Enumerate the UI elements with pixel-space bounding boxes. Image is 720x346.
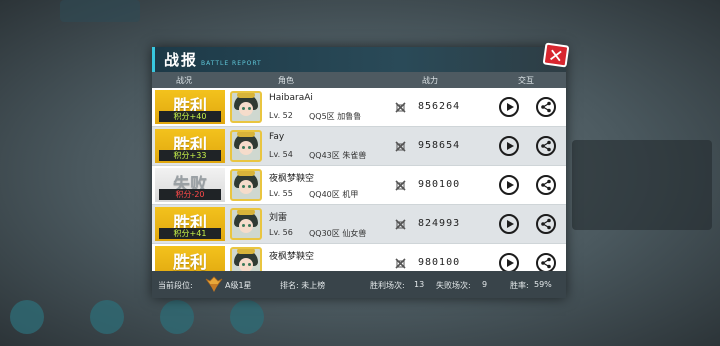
result-badge: 胜利 — [155, 246, 225, 271]
replay-button[interactable] — [499, 253, 519, 271]
player-server: QQ40区 机甲 — [309, 190, 359, 199]
player-level: Lv. 56 — [269, 228, 293, 237]
background-button — [160, 300, 194, 334]
share-icon — [541, 101, 551, 113]
avatar[interactable] — [230, 130, 262, 162]
power-icon — [395, 258, 406, 269]
player-name: Fay — [269, 132, 285, 142]
column-power: 战力 — [422, 76, 438, 85]
background-button — [230, 300, 264, 334]
column-interact: 交互 — [518, 76, 534, 85]
losses-label: 失败场次: — [436, 281, 471, 290]
player-name: 刘雷 — [269, 213, 288, 223]
battle-row: 胜利 积分+40 HaibaraAi Lv. 52 QQ5区 加鲁鲁 85626… — [152, 88, 566, 127]
share-button[interactable] — [536, 214, 556, 234]
losses-count: 9 — [482, 280, 488, 289]
share-icon — [541, 218, 551, 230]
power-icon — [395, 102, 406, 113]
power-value: 824993 — [418, 218, 461, 229]
winrate-value: 59% — [534, 280, 552, 289]
battle-report-panel: 战报 BATTLE REPORT ✕ 战况 角色 战力 交互 胜利 积分+40 … — [152, 42, 570, 298]
battle-row: 失败 积分-20 夜枫梦鞅空 Lv. 55 QQ40区 机甲 980100 — [152, 166, 566, 205]
battle-row: 胜利 积分+33 Fay Lv. 54 QQ43区 朱雀兽 958654 — [152, 127, 566, 166]
share-button[interactable] — [536, 136, 556, 156]
points-change: 积分+41 — [159, 228, 221, 239]
player-server: QQ30区 仙女兽 — [309, 229, 367, 238]
result-badge: 胜利 积分+33 — [155, 129, 225, 163]
avatar[interactable] — [230, 208, 262, 240]
share-button[interactable] — [536, 253, 556, 271]
power-icon — [395, 141, 406, 152]
power-value: 856264 — [418, 101, 461, 112]
points-change: 积分+33 — [159, 150, 221, 161]
background-button — [10, 300, 44, 334]
battle-row: 胜利 夜枫梦鞅空 980100 — [152, 244, 566, 271]
battle-row: 胜利 积分+41 刘雷 Lv. 56 QQ30区 仙女兽 824993 — [152, 205, 566, 244]
wins-label: 胜利场次: — [370, 281, 405, 290]
player-level: Lv. 54 — [269, 150, 293, 159]
player-name: 夜枫梦鞅空 — [269, 174, 315, 184]
close-button[interactable]: ✕ — [542, 42, 570, 68]
player-server: QQ43区 朱雀兽 — [309, 151, 367, 160]
replay-button[interactable] — [499, 175, 519, 195]
rank-value: A级1星 — [225, 281, 252, 290]
column-role: 角色 — [278, 76, 294, 85]
player-name: 夜枫梦鞅空 — [269, 252, 315, 262]
close-icon: ✕ — [546, 45, 565, 68]
stats-footer: 当前段位: A级1星 排名: 未上榜 胜利场次: 13 失败场次: 9 胜率: … — [152, 271, 566, 298]
power-value: 980100 — [418, 257, 461, 268]
replay-button[interactable] — [499, 97, 519, 117]
rank-badge-icon — [205, 276, 223, 292]
panel-header: 战报 BATTLE REPORT — [152, 47, 566, 72]
power-icon — [395, 219, 406, 230]
ranking: 排名: 未上榜 — [280, 281, 326, 290]
points-change: 积分-20 — [159, 189, 221, 200]
share-icon — [541, 140, 551, 152]
rank-label: 当前段位: — [158, 281, 193, 290]
share-button[interactable] — [536, 97, 556, 117]
column-header: 战况 角色 战力 交互 — [152, 72, 566, 88]
power-icon — [395, 180, 406, 191]
background-panel-right — [572, 140, 712, 230]
avatar[interactable] — [230, 247, 262, 271]
winrate-label: 胜率: — [510, 281, 529, 290]
panel-title: 战报 — [164, 51, 199, 69]
points-change: 积分+40 — [159, 111, 221, 122]
avatar[interactable] — [230, 169, 262, 201]
background-button — [90, 300, 124, 334]
player-level: Lv. 55 — [269, 189, 293, 198]
player-level: Lv. 52 — [269, 111, 293, 120]
result-text: 胜利 — [173, 253, 207, 271]
replay-button[interactable] — [499, 136, 519, 156]
share-button[interactable] — [536, 175, 556, 195]
share-icon — [541, 179, 551, 191]
share-icon — [541, 257, 551, 269]
background-top-bar — [60, 0, 140, 22]
panel-subtitle: BATTLE REPORT — [201, 60, 262, 67]
player-server: QQ5区 加鲁鲁 — [309, 112, 362, 121]
power-value: 958654 — [418, 140, 461, 151]
result-badge: 胜利 积分+41 — [155, 207, 225, 241]
result-badge: 失败 积分-20 — [155, 168, 225, 202]
battle-list[interactable]: 胜利 积分+40 HaibaraAi Lv. 52 QQ5区 加鲁鲁 85626… — [152, 88, 566, 271]
player-name: HaibaraAi — [269, 93, 313, 103]
column-status: 战况 — [176, 76, 192, 85]
avatar[interactable] — [230, 91, 262, 123]
wins-count: 13 — [414, 280, 425, 289]
result-badge: 胜利 积分+40 — [155, 90, 225, 124]
replay-button[interactable] — [499, 214, 519, 234]
power-value: 980100 — [418, 179, 461, 190]
